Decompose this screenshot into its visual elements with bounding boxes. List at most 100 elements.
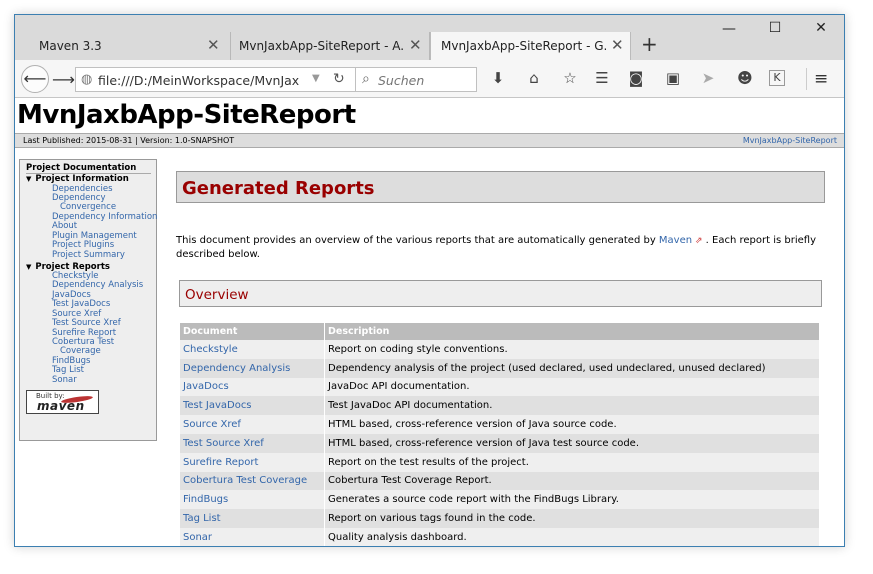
table-row: Dependency Analysis Dependency analysis o…	[180, 358, 819, 378]
report-description: Cobertura Test Coverage Report.	[325, 471, 819, 491]
table-row: FindBugs Generates a source code report w…	[180, 490, 819, 510]
column-header-description: Description	[325, 323, 819, 340]
reader-list-icon[interactable]: ☰	[592, 69, 612, 87]
minimize-icon[interactable]: —	[706, 21, 752, 37]
toolbar-separator	[806, 68, 807, 90]
browser-window: Maven 3.3 ✕ MvnJaxbApp-SiteReport - A...…	[14, 14, 845, 547]
home-icon[interactable]: ⌂	[524, 69, 544, 87]
page-title: Generated Reports	[182, 178, 375, 199]
report-link[interactable]: Source Xref	[180, 415, 324, 434]
report-link[interactable]: JavaDocs	[180, 377, 324, 397]
breadcrumb-link[interactable]: MvnJaxbApp-SiteReport	[743, 136, 837, 145]
tab-site-report-generated[interactable]: MvnJaxbApp-SiteReport - G... ✕	[430, 32, 631, 60]
reload-icon[interactable]: ↻	[333, 71, 345, 87]
close-window-icon[interactable]: ✕	[798, 20, 844, 36]
menu-link[interactable]: Tag List	[52, 366, 84, 375]
table-row: JavaDocs JavaDoc API documentation.	[180, 377, 819, 397]
url-text[interactable]: file:///D:/MeinWorkspace/MvnJax	[98, 73, 308, 88]
built-by-maven-logo[interactable]: Built by: maven	[26, 390, 99, 414]
tab-site-report-about[interactable]: MvnJaxbApp-SiteReport - A... ✕	[231, 32, 430, 60]
menu-heading: Project Documentation	[26, 163, 151, 174]
report-link[interactable]: Test JavaDocs	[180, 396, 324, 416]
screenshot-icon[interactable]: ▣	[663, 69, 683, 87]
search-box[interactable]: ⌕	[355, 67, 477, 92]
report-description: JavaDoc API documentation.	[325, 377, 819, 397]
tab-label: MvnJaxbApp-SiteReport - G...	[441, 39, 606, 53]
menu-link[interactable]: Test JavaDocs	[52, 300, 110, 309]
report-description: HTML based, cross-reference version of J…	[325, 433, 819, 453]
dropdown-arrow-icon[interactable]: ▼	[312, 73, 320, 84]
tab-label: MvnJaxbApp-SiteReport - A...	[239, 39, 404, 53]
report-link[interactable]: Tag List	[180, 509, 324, 528]
report-description: Generates a source code report with the …	[325, 490, 819, 510]
overview-heading: Overview	[179, 280, 822, 307]
send-icon[interactable]: ➤	[698, 69, 718, 87]
tab-close-icon[interactable]: ✕	[207, 38, 220, 53]
intro-paragraph: This document provides an overview of th…	[176, 235, 816, 260]
table-row: Cobertura Test Coverage Cobertura Test Co…	[180, 471, 819, 491]
bookmark-star-icon[interactable]: ☆	[560, 69, 580, 87]
menu-link[interactable]: Coverage	[60, 347, 101, 356]
new-tab-button[interactable]: +	[641, 34, 658, 54]
reports-table: Document Description Checkstyle Report on…	[179, 323, 820, 546]
left-navigation: Project Documentation ▼ Project Informati…	[19, 159, 157, 441]
forward-arrow-icon[interactable]: ⟶	[52, 70, 75, 89]
menu-link[interactable]: Dependency Analysis	[52, 281, 143, 290]
back-arrow-icon: ⟵	[23, 69, 47, 88]
k-extension-icon[interactable]: K	[769, 70, 785, 86]
report-description: Report on various tags found in the code…	[325, 509, 819, 528]
hamburger-menu-icon[interactable]: ≡	[814, 69, 828, 89]
external-link-icon: ⇗	[692, 236, 703, 246]
table-row: Test Source Xref HTML based, cross-refere…	[180, 433, 819, 453]
overview-title: Overview	[185, 287, 249, 303]
report-link[interactable]: Cobertura Test Coverage	[180, 471, 324, 491]
section-heading: Generated Reports	[176, 171, 825, 203]
download-icon[interactable]: ⬇	[488, 69, 508, 87]
report-description: Dependency analysis of the project (used…	[325, 358, 819, 378]
report-description: Report on coding style conventions.	[325, 340, 819, 359]
expanded-triangle-icon: ▼	[26, 263, 32, 271]
report-link[interactable]: Dependency Analysis	[180, 358, 324, 378]
back-button[interactable]: ⟵	[21, 65, 49, 93]
tab-label: Maven 3.3	[39, 39, 102, 53]
breadcrumb: Last Published: 2015-08-31 | Version: 1.…	[15, 133, 844, 148]
menu-link[interactable]: Project Summary	[52, 251, 125, 260]
search-input[interactable]	[378, 71, 474, 89]
report-description: Quality analysis dashboard.	[325, 527, 819, 546]
menu-link[interactable]: About	[52, 222, 77, 231]
maven-link[interactable]: Maven	[659, 235, 692, 246]
report-link[interactable]: Sonar	[180, 527, 324, 546]
page-content: MvnJaxbApp-SiteReport Last Published: 20…	[15, 99, 844, 546]
report-description: HTML based, cross-reference version of J…	[325, 415, 819, 434]
tab-strip: Maven 3.3 ✕ MvnJaxbApp-SiteReport - A...…	[15, 15, 844, 60]
table-row: Checkstyle Report on coding style convent…	[180, 340, 819, 359]
site-title: MvnJaxbApp-SiteReport	[17, 100, 356, 130]
report-description: Test JavaDoc API documentation.	[325, 396, 819, 416]
column-header-document: Document	[180, 323, 324, 340]
published-info: Last Published: 2015-08-31 | Version: 1.…	[23, 136, 235, 145]
maximize-icon[interactable]: ☐	[752, 20, 798, 36]
menu-link[interactable]: Sonar	[52, 376, 77, 385]
navigation-bar: ⟵ ⟶ ◍ file:///D:/MeinWorkspace/MvnJax ▼ …	[15, 60, 844, 98]
url-bar[interactable]: ◍ file:///D:/MeinWorkspace/MvnJax ▼ ↻	[75, 67, 356, 92]
expanded-triangle-icon: ▼	[26, 175, 32, 183]
tab-close-icon[interactable]: ✕	[409, 38, 422, 53]
report-link[interactable]: FindBugs	[180, 490, 324, 510]
pocket-icon[interactable]: ◙	[626, 69, 646, 87]
table-row: Source Xref HTML based, cross-reference v…	[180, 415, 819, 434]
smiley-icon[interactable]: ☻	[735, 69, 755, 87]
table-row: Surefire Report Report on the test result…	[180, 452, 819, 472]
globe-icon: ◍	[81, 72, 93, 87]
tab-maven[interactable]: Maven 3.3 ✕	[29, 32, 231, 60]
menu-section-project-information[interactable]: ▼ Project Information	[26, 174, 129, 184]
maven-wordmark: maven	[37, 399, 85, 413]
report-link[interactable]: Test Source Xref	[180, 433, 324, 453]
table-row: Test JavaDocs Test JavaDoc API documentat…	[180, 396, 819, 416]
report-link[interactable]: Checkstyle	[180, 340, 324, 359]
report-link[interactable]: Surefire Report	[180, 452, 324, 472]
tab-close-icon[interactable]: ✕	[611, 38, 624, 53]
menu-link[interactable]: Test Source Xref	[52, 319, 121, 328]
menu-link[interactable]: Project Plugins	[52, 241, 114, 250]
table-row: Sonar Quality analysis dashboard.	[180, 527, 819, 546]
menu-link[interactable]: Convergence	[60, 203, 116, 212]
